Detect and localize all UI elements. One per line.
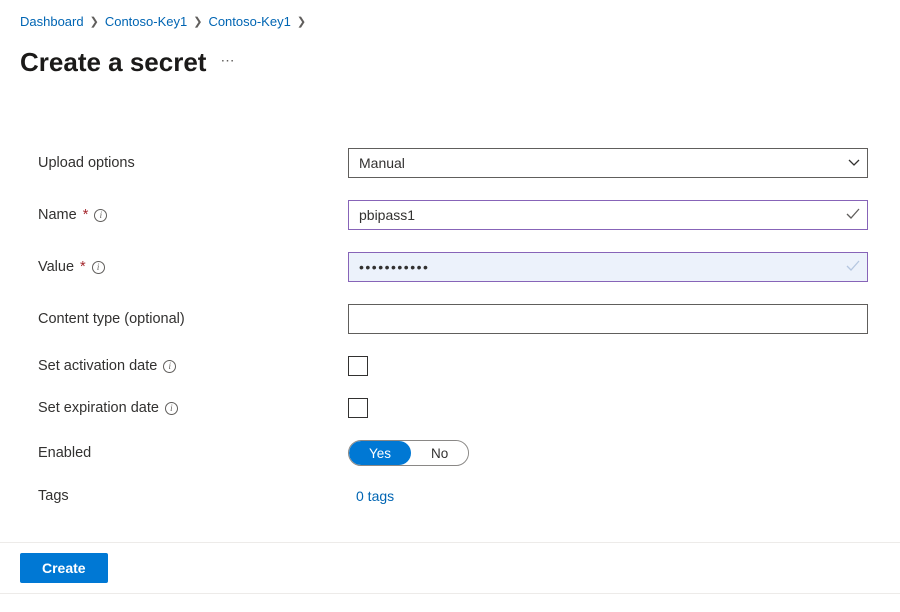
breadcrumb-dashboard[interactable]: Dashboard bbox=[20, 14, 84, 29]
info-icon[interactable]: i bbox=[163, 360, 176, 373]
content-type-input[interactable] bbox=[348, 304, 868, 334]
activation-date-label: Set activation date i bbox=[38, 358, 348, 374]
info-icon[interactable]: i bbox=[94, 209, 107, 222]
page-title: Create a secret bbox=[20, 47, 206, 78]
info-icon[interactable]: i bbox=[92, 261, 105, 274]
enabled-toggle[interactable]: Yes No bbox=[348, 440, 469, 466]
footer-bar: Create bbox=[0, 542, 900, 594]
upload-options-label: Upload options bbox=[38, 155, 348, 171]
tags-label: Tags bbox=[38, 488, 348, 504]
more-actions-button[interactable]: ⋯ bbox=[220, 52, 236, 73]
breadcrumb: Dashboard ❯ Contoso-Key1 ❯ Contoso-Key1 … bbox=[20, 14, 880, 29]
chevron-right-icon: ❯ bbox=[90, 15, 99, 28]
name-input[interactable] bbox=[348, 200, 868, 230]
chevron-right-icon: ❯ bbox=[297, 15, 306, 28]
value-label: Value * i bbox=[38, 259, 348, 275]
upload-options-field[interactable] bbox=[348, 148, 868, 178]
tags-link[interactable]: 0 tags bbox=[356, 488, 394, 504]
expiration-date-checkbox[interactable] bbox=[348, 398, 368, 418]
enabled-toggle-no[interactable]: No bbox=[411, 441, 468, 465]
required-asterisk: * bbox=[80, 259, 86, 275]
value-input[interactable] bbox=[348, 252, 868, 282]
info-icon[interactable]: i bbox=[165, 402, 178, 415]
breadcrumb-contoso-key1[interactable]: Contoso-Key1 bbox=[105, 14, 187, 29]
upload-options-select[interactable] bbox=[348, 148, 868, 178]
expiration-date-label: Set expiration date i bbox=[38, 400, 348, 416]
create-button[interactable]: Create bbox=[20, 553, 108, 583]
chevron-right-icon: ❯ bbox=[193, 15, 202, 28]
name-label: Name * i bbox=[38, 207, 348, 223]
enabled-toggle-yes[interactable]: Yes bbox=[349, 441, 411, 465]
enabled-label: Enabled bbox=[38, 445, 348, 461]
required-asterisk: * bbox=[83, 207, 89, 223]
breadcrumb-contoso-key1-inner[interactable]: Contoso-Key1 bbox=[208, 14, 290, 29]
activation-date-checkbox[interactable] bbox=[348, 356, 368, 376]
content-type-label: Content type (optional) bbox=[38, 311, 348, 327]
